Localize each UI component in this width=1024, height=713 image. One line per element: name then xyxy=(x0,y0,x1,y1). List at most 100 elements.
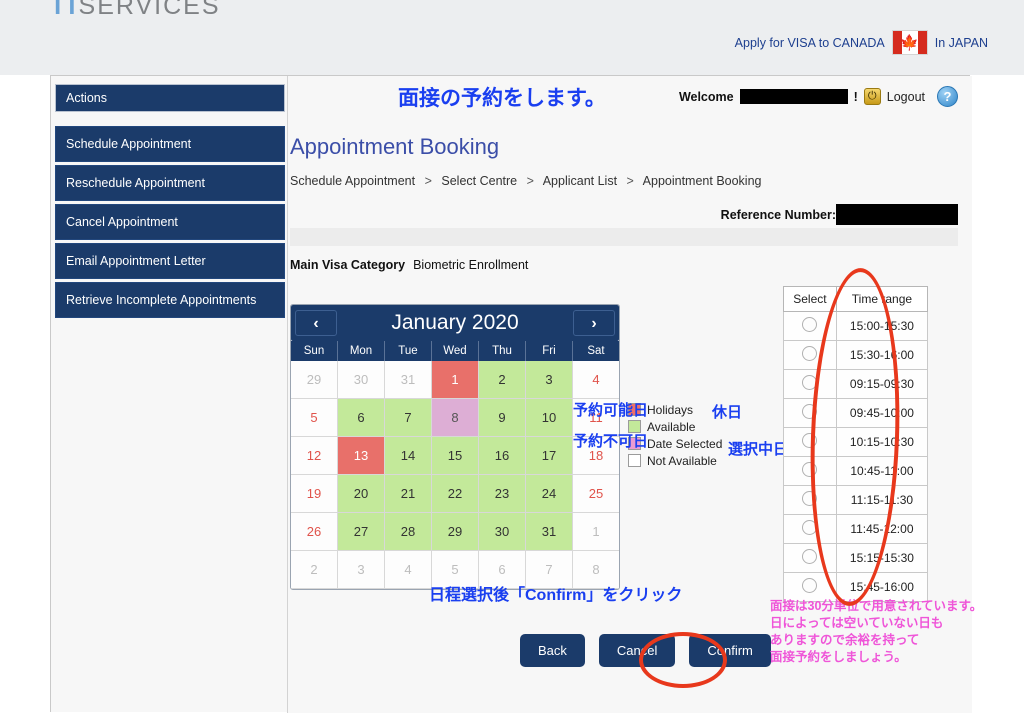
legend-swatch-not-available xyxy=(628,454,641,467)
time-slot-select-cell xyxy=(783,369,837,399)
sidebar-item-reschedule-appointment[interactable]: Reschedule Appointment xyxy=(55,165,285,201)
calendar-day-cell[interactable]: 1 xyxy=(432,361,479,399)
calendar-day-cell[interactable]: 28 xyxy=(385,513,432,551)
calendar-day-cell[interactable]: 19 xyxy=(291,475,338,513)
breadcrumb-item-1[interactable]: Select Centre xyxy=(441,174,517,188)
calendar-day-cell[interactable]: 7 xyxy=(385,399,432,437)
time-slot-radio[interactable] xyxy=(802,549,818,564)
calendar: ‹ January 2020 › Sun Mon Tue Wed Thu Fri… xyxy=(290,304,620,590)
help-icon[interactable]: ? xyxy=(937,86,958,107)
calendar-day-cell[interactable]: 12 xyxy=(291,437,338,475)
sidebar-item-schedule-appointment[interactable]: Schedule Appointment xyxy=(55,126,285,162)
sidebar-item-cancel-appointment[interactable]: Cancel Appointment xyxy=(55,204,285,240)
time-table-row[interactable]: 11:15-11:30 xyxy=(783,485,929,515)
calendar-week-row: 5 6 7 8 9 10 11 xyxy=(291,399,619,437)
calendar-day-cell[interactable]: 17 xyxy=(526,437,573,475)
calendar-day-cell[interactable]: 21 xyxy=(385,475,432,513)
calendar-day-cell[interactable]: 16 xyxy=(479,437,526,475)
calendar-prev-month-button[interactable]: ‹ xyxy=(295,310,337,336)
time-slot-label: 09:15-09:30 xyxy=(835,369,929,399)
page-title: Appointment Booking xyxy=(290,134,500,159)
back-button[interactable]: Back xyxy=(520,634,585,667)
top-banner: TTSERVICES Apply for VISA to CANADA 🍁 In… xyxy=(0,0,1024,75)
dow-wed: Wed xyxy=(432,341,479,361)
calendar-day-cell[interactable]: 5 xyxy=(291,399,338,437)
time-table-row[interactable]: 09:15-09:30 xyxy=(783,369,929,399)
annotation-pink-line-0: 面接は30分単位で用意されています。 xyxy=(770,599,983,613)
welcome-exclamation: ! xyxy=(853,89,858,104)
time-slot-select-cell xyxy=(783,456,837,486)
calendar-day-cell[interactable]: 29 xyxy=(432,513,479,551)
content-area: 面接の予約をします。 Welcome ! ⏻ Logout ? Appointm… xyxy=(287,76,982,713)
legend-label-available: Available xyxy=(647,419,696,434)
logout-link[interactable]: Logout xyxy=(887,90,925,104)
time-range-table: Select Time range 15:00-15:30 15:30-16:00… xyxy=(783,286,929,602)
time-slot-radio[interactable] xyxy=(802,520,818,535)
welcome-label: Welcome xyxy=(678,89,734,104)
calendar-day-cell[interactable]: 8 xyxy=(432,399,479,437)
site-logo: TTSERVICES xyxy=(50,0,221,21)
annotation-available-days: 予約可能日 xyxy=(573,402,649,419)
calendar-day-cell[interactable]: 14 xyxy=(385,437,432,475)
confirm-button[interactable]: Confirm xyxy=(689,634,771,667)
calendar-day-cell[interactable]: 9 xyxy=(479,399,526,437)
time-slot-radio[interactable] xyxy=(802,491,818,506)
calendar-day-cell[interactable]: 24 xyxy=(526,475,573,513)
time-slot-radio[interactable] xyxy=(802,317,818,332)
calendar-day-cell[interactable]: 26 xyxy=(291,513,338,551)
time-slot-radio[interactable] xyxy=(802,404,818,419)
dow-sun: Sun xyxy=(291,341,338,361)
calendar-day-cell[interactable]: 13 xyxy=(338,437,385,475)
calendar-day-cell[interactable]: 25 xyxy=(573,475,619,513)
calendar-day-cell[interactable]: 31 xyxy=(526,513,573,551)
breadcrumb-item-2[interactable]: Applicant List xyxy=(543,174,617,188)
logo-tt-text: TT xyxy=(50,0,80,20)
breadcrumb-item-3: Appointment Booking xyxy=(642,174,762,188)
breadcrumb: Schedule Appointment > Select Centre > A… xyxy=(290,174,762,188)
time-table-row[interactable]: 11:45-12:00 xyxy=(783,514,929,544)
annotation-pink-note: 面接は30分単位で用意されています。 日によっては空いていない日も ありますので… xyxy=(770,598,982,666)
cancel-button[interactable]: Cancel xyxy=(598,634,676,667)
calendar-day-cell[interactable]: 3 xyxy=(526,361,573,399)
time-slot-select-cell xyxy=(783,311,837,341)
dow-tue: Tue xyxy=(385,341,432,361)
time-slot-radio[interactable] xyxy=(802,346,818,361)
calendar-day-cell[interactable]: 20 xyxy=(338,475,385,513)
reference-number-row: Reference Number: xyxy=(721,204,958,225)
time-slot-radio[interactable] xyxy=(802,462,818,477)
grey-divider xyxy=(290,228,958,246)
calendar-day-cell[interactable]: 15 xyxy=(432,437,479,475)
time-table-row[interactable]: 15:30-16:00 xyxy=(783,340,929,370)
calendar-day-cell[interactable]: 2 xyxy=(479,361,526,399)
japanese-page-annotation: 面接の予約をします。 xyxy=(398,87,606,110)
calendar-day-cell[interactable]: 27 xyxy=(338,513,385,551)
page-frame: Actions Schedule Appointment Reschedule … xyxy=(50,75,982,713)
calendar-day-cell[interactable]: 22 xyxy=(432,475,479,513)
calendar-day-cell[interactable]: 4 xyxy=(573,361,619,399)
dow-mon: Mon xyxy=(338,341,385,361)
time-table-row[interactable]: 15:15-15:30 xyxy=(783,543,929,573)
time-slot-radio[interactable] xyxy=(802,578,818,593)
time-table-row[interactable]: 10:15-10:30 xyxy=(783,427,929,457)
legend-label-date-selected: Date Selected xyxy=(647,436,723,451)
sidebar-item-retrieve-incomplete-appointments[interactable]: Retrieve Incomplete Appointments xyxy=(55,282,285,318)
power-icon[interactable]: ⏻ xyxy=(863,88,881,105)
sidebar-item-email-appointment-letter[interactable]: Email Appointment Letter xyxy=(55,243,285,279)
calendar-day-cell[interactable]: 10 xyxy=(526,399,573,437)
time-table-row[interactable]: 10:45-11:00 xyxy=(783,456,929,486)
time-table-row[interactable]: 15:00-15:30 xyxy=(783,311,929,341)
breadcrumb-item-0[interactable]: Schedule Appointment xyxy=(290,174,415,188)
calendar-day-of-week-row: Sun Mon Tue Wed Thu Fri Sat xyxy=(291,341,619,361)
canada-flag-icon: 🍁 xyxy=(891,30,928,55)
main-visa-category-label: Main Visa Category xyxy=(290,258,406,272)
calendar-next-month-button[interactable]: › xyxy=(573,310,615,336)
sidebar-header: Actions xyxy=(55,84,285,112)
calendar-day-cell[interactable]: 23 xyxy=(479,475,526,513)
time-table-row[interactable]: 09:45-10:00 xyxy=(783,398,929,428)
calendar-day-cell[interactable]: 30 xyxy=(479,513,526,551)
calendar-day-cell[interactable]: 6 xyxy=(338,399,385,437)
time-slot-select-cell xyxy=(783,398,837,428)
time-slot-label: 10:15-10:30 xyxy=(835,427,929,457)
time-slot-radio[interactable] xyxy=(802,433,818,448)
time-slot-radio[interactable] xyxy=(802,375,818,390)
